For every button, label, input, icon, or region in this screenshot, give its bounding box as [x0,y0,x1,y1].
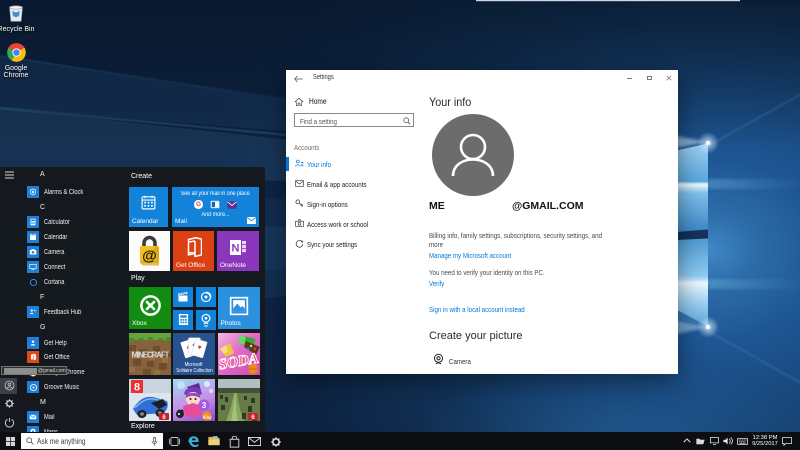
svg-text:King: King [201,415,212,420]
svg-text:8: 8 [134,382,140,394]
svg-text:N: N [232,243,240,255]
svg-text:3: 3 [202,401,207,410]
svg-text:@: @ [142,248,157,265]
svg-text:MINECRAFT: MINECRAFT [132,351,170,360]
